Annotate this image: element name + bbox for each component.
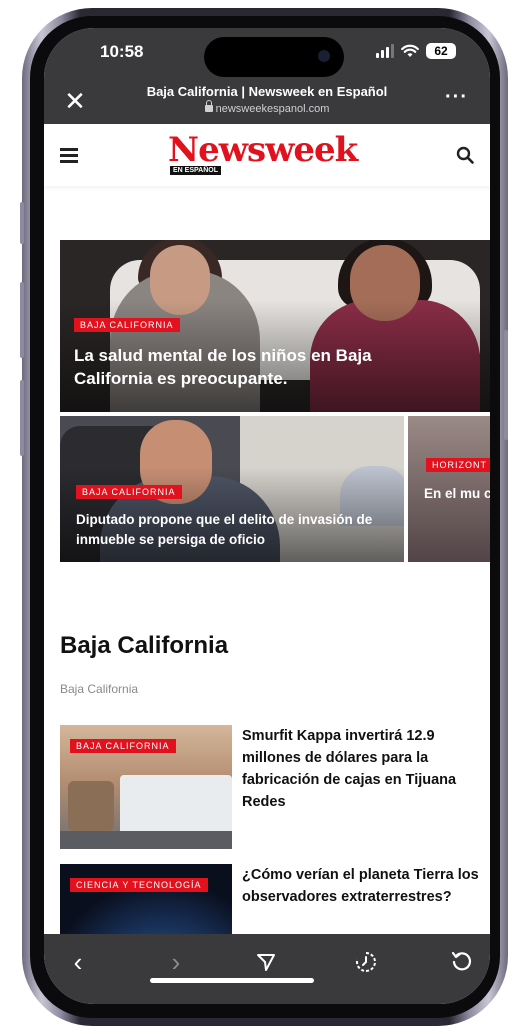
forward-button[interactable]: › [160, 946, 192, 978]
wifi-icon [401, 44, 419, 57]
card-title[interactable]: En el mu con fístu fetal [424, 484, 490, 504]
site-logo[interactable]: Newsweek [168, 130, 358, 170]
category-badge[interactable]: CIENCIA Y TECNOLOGÍA [70, 878, 208, 892]
article-thumbnail[interactable]: BAJA CALIFORNIA [60, 725, 232, 849]
screen: 10:58 62 ✕ Baja California | Newsweek en… [44, 28, 490, 1004]
power-button [504, 330, 508, 440]
category-badge[interactable]: BAJA CALIFORNIA [70, 739, 176, 753]
reload-button[interactable] [446, 946, 478, 978]
featured-card[interactable]: BAJA CALIFORNIA Diputado propone que el … [60, 416, 404, 562]
site-header: Newsweek EN ESPAÑOL [44, 124, 490, 186]
site-logo-subtitle: EN ESPAÑOL [170, 166, 221, 175]
volume-down-button [20, 380, 24, 456]
browser-toolbar: ‹ › [44, 934, 490, 1004]
url-text: newsweekespanol.com [215, 103, 330, 115]
back-button[interactable]: ‹ [62, 946, 94, 978]
share-icon [257, 954, 275, 971]
signal-icon [376, 44, 394, 58]
search-icon[interactable] [456, 146, 474, 164]
section-title: Baja California [60, 632, 229, 659]
lock-icon [204, 100, 213, 112]
page-url: newsweekespanol.com [108, 100, 426, 115]
back-icon: ‹ [73, 947, 83, 977]
volume-up-button [20, 282, 24, 358]
close-icon: ✕ [64, 86, 86, 116]
category-badge[interactable]: BAJA CALIFORNIA [76, 485, 182, 499]
browser-header: 10:58 62 ✕ Baja California | Newsweek en… [44, 28, 490, 124]
more-button[interactable]: ··· [445, 86, 468, 109]
status-icons: 62 [376, 43, 456, 59]
share-button[interactable] [250, 946, 282, 978]
action-button [20, 202, 24, 244]
status-time: 10:58 [100, 42, 144, 61]
page-title: Baja California | Newsweek en Español [146, 84, 388, 99]
reload-icon [451, 951, 472, 971]
more-icon: ··· [445, 86, 468, 108]
breadcrumb[interactable]: Baja California [60, 682, 138, 696]
category-badge[interactable]: HORIZONT [426, 458, 490, 472]
category-badge[interactable]: BAJA CALIFORNIA [74, 318, 180, 332]
article-title[interactable]: Smurfit Kappa invertirá 12.9 millones de… [242, 725, 490, 813]
battery-indicator: 62 [426, 43, 456, 59]
forward-icon: › [171, 947, 181, 977]
hero-article[interactable]: BAJA CALIFORNIA La salud mental de los n… [60, 240, 490, 412]
dynamic-island [204, 37, 344, 77]
article-title[interactable]: ¿Cómo verían el planeta Tierra los obser… [242, 864, 490, 908]
history-icon [356, 952, 376, 972]
menu-icon[interactable] [60, 148, 78, 163]
history-button[interactable] [350, 946, 382, 978]
close-button[interactable]: ✕ [60, 86, 90, 116]
featured-card[interactable]: HORIZONT En el mu con fístu fetal [408, 416, 490, 562]
camera-icon [318, 50, 330, 62]
home-indicator[interactable] [150, 978, 314, 983]
card-title[interactable]: Diputado propone que el delito de invasi… [76, 510, 396, 550]
hero-title[interactable]: La salud mental de los niños en Baja Cal… [74, 344, 414, 390]
list-item[interactable]: BAJA CALIFORNIA Smurfit Kappa invertirá … [60, 725, 490, 849]
